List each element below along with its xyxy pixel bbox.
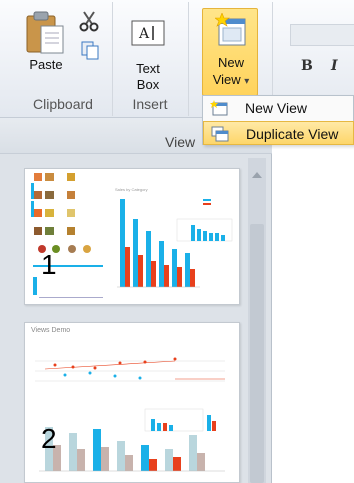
new-view-icon bbox=[210, 100, 228, 116]
new-view-label-line1: New bbox=[217, 55, 244, 70]
group-separator bbox=[112, 2, 113, 116]
cut-icon[interactable] bbox=[78, 10, 100, 32]
slide-2-scatter-chart bbox=[35, 357, 225, 382]
slide-1-side-chart bbox=[176, 199, 233, 242]
italic-button[interactable]: I bbox=[331, 58, 338, 74]
font-name-box[interactable] bbox=[290, 24, 354, 46]
menu-item-new-view[interactable]: New View bbox=[203, 96, 354, 120]
slide-2-preview bbox=[35, 357, 225, 472]
insert-group-label: Insert bbox=[132, 96, 168, 112]
scroll-up-arrow-icon[interactable] bbox=[252, 172, 262, 178]
text-box-icon: A bbox=[131, 20, 165, 46]
slide-1-preview: Sales by Category bbox=[31, 173, 233, 298]
menu-item-label: New View bbox=[245, 100, 307, 116]
slide-thumbnail-2[interactable]: Views Demo 2 bbox=[24, 322, 240, 483]
group-separator bbox=[188, 2, 189, 116]
new-view-icon bbox=[215, 13, 246, 46]
new-view-dropdown-menu: New View Duplicate View bbox=[202, 95, 354, 145]
svg-text:A: A bbox=[138, 26, 150, 42]
clipboard-group-label: Clipboard bbox=[33, 96, 93, 112]
slide-1-bar-chart bbox=[117, 199, 200, 288]
slide-number-1: 1 bbox=[41, 249, 57, 280]
vertical-scrollbar[interactable] bbox=[248, 158, 266, 483]
bold-button[interactable]: B bbox=[301, 58, 313, 74]
slide-thumbnail-1[interactable]: Sales by Category 1 bbox=[24, 168, 240, 305]
paste-button[interactable]: Paste bbox=[18, 4, 74, 90]
paste-label: Paste bbox=[29, 57, 63, 72]
text-box-button[interactable]: A Text Box bbox=[118, 4, 178, 92]
new-view-button[interactable]: New View ▾ bbox=[202, 8, 258, 96]
menu-item-label: Duplicate View bbox=[246, 126, 339, 142]
duplicate-view-icon bbox=[211, 126, 229, 142]
paste-icon bbox=[26, 11, 64, 54]
slide-2-bar-chart bbox=[39, 427, 225, 472]
new-view-label-text: View bbox=[212, 72, 241, 87]
new-view-label-line2: View ▾ bbox=[203, 71, 259, 90]
text-box-label-line2: Box bbox=[136, 77, 160, 92]
slide-2-side-chart bbox=[144, 408, 216, 432]
text-box-label-line1: Text bbox=[136, 61, 160, 76]
menu-item-duplicate-view[interactable]: Duplicate View bbox=[203, 121, 354, 145]
dropdown-arrow-icon: ▾ bbox=[244, 76, 250, 87]
image-grid bbox=[31, 173, 91, 253]
svg-text:Sales by Category: Sales by Category bbox=[115, 187, 148, 192]
slide-number-2: 2 bbox=[41, 423, 57, 454]
view-group-label: View bbox=[165, 134, 196, 150]
copy-icon[interactable] bbox=[80, 40, 100, 60]
scroll-thumb[interactable] bbox=[250, 224, 264, 483]
